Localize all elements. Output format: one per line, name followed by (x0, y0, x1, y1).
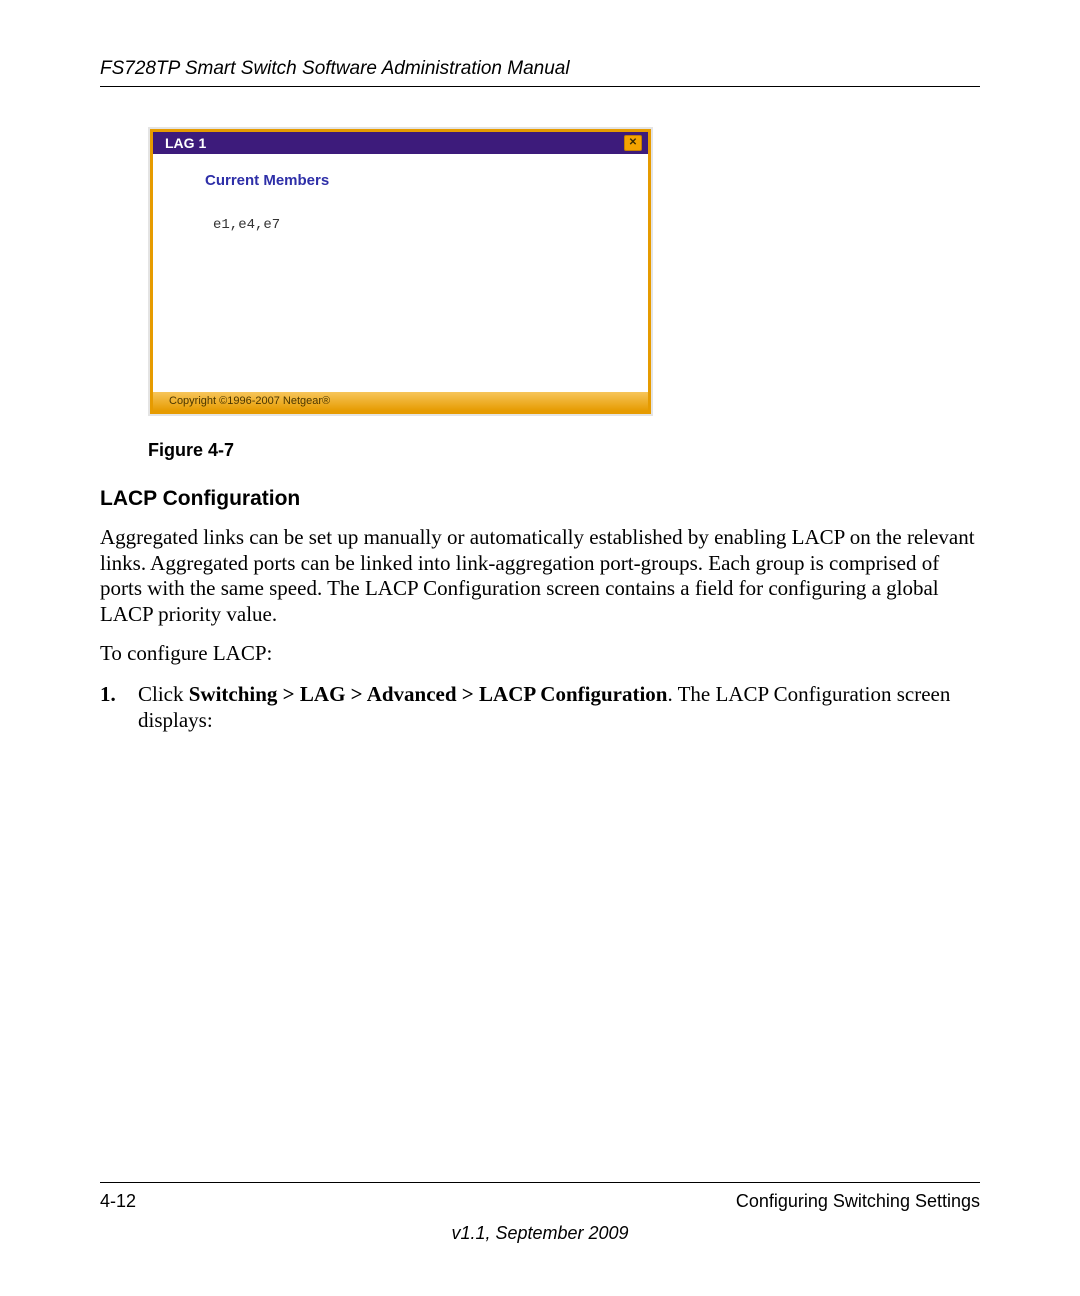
footer-section: Configuring Switching Settings (736, 1191, 980, 1212)
step-1: Click Switching > LAG > Advanced > LACP … (100, 681, 980, 734)
section-paragraph-2: To configure LACP: (100, 641, 980, 667)
close-icon[interactable]: ✕ (624, 135, 642, 151)
close-glyph: ✕ (629, 138, 637, 148)
page-number: 4-12 (100, 1191, 136, 1212)
section-heading: LACP Configuration (100, 487, 980, 511)
dialog-copyright: Copyright ©1996-2007 Netgear® (153, 392, 648, 411)
dialog-section-label: Current Members (205, 172, 618, 189)
dialog-titlebar: LAG 1 ✕ (153, 132, 648, 154)
page-footer: 4-12 Configuring Switching Settings (100, 1182, 980, 1212)
dialog-body: Current Members e1,e4,e7 (153, 154, 648, 392)
dialog-title: LAG 1 (165, 135, 206, 151)
lag-dialog: LAG 1 ✕ Current Members e1,e4,e7 Copyrig… (150, 129, 651, 414)
lag-dialog-screenshot: LAG 1 ✕ Current Members e1,e4,e7 Copyrig… (148, 127, 653, 416)
figure-caption: Figure 4-7 (148, 440, 980, 461)
section-paragraph-1: Aggregated links can be set up manually … (100, 525, 980, 627)
page-version: v1.1, September 2009 (0, 1223, 1080, 1244)
document-header: FS728TP Smart Switch Software Administra… (100, 58, 980, 87)
step-1-prefix: Click (138, 682, 189, 706)
step-1-nav-path: Switching > LAG > Advanced > LACP Config… (189, 682, 668, 706)
step-list: Click Switching > LAG > Advanced > LACP … (100, 681, 980, 734)
document-title: FS728TP Smart Switch Software Administra… (100, 58, 570, 79)
dialog-members-list: e1,e4,e7 (213, 217, 618, 233)
